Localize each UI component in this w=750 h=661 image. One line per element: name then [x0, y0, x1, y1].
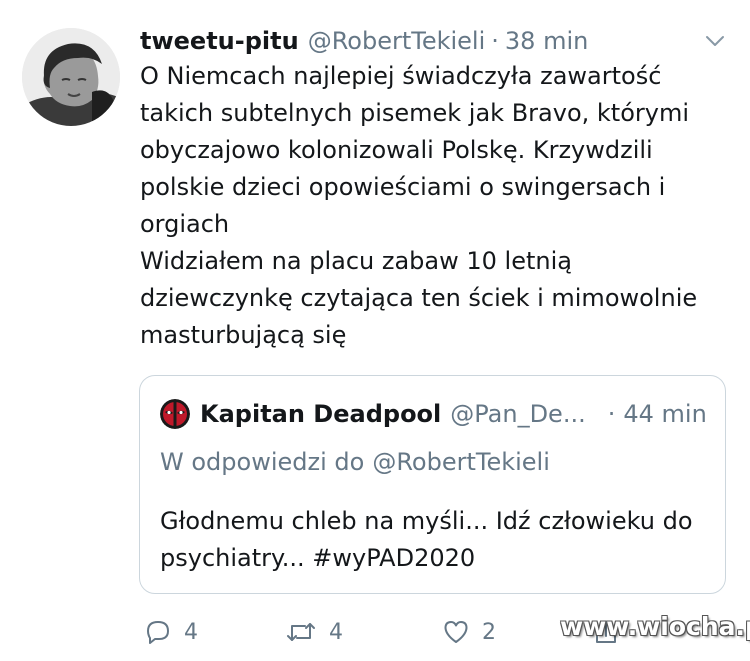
tweet-timestamp[interactable]: 38 min [505, 27, 588, 55]
quoted-header-separator: · [607, 400, 616, 428]
site-watermark: www.wiocha.pl [560, 612, 750, 641]
tweet-text-paragraph: O Niemcach najlepiej świadczyła zawartoś… [140, 62, 689, 238]
quoted-tweet-card[interactable]: Kapitan Deadpool @Pan_De... · 44 min W o… [139, 375, 726, 594]
quoted-tweet-text: Głodnemu chleb na myśli... Idź człowieku… [160, 507, 693, 572]
reply-button[interactable]: 4 [144, 612, 198, 652]
tweet-text: O Niemcach najlepiej świadczyła zawartoś… [140, 58, 730, 354]
tweet-text-paragraph: Widziałem na placu zabaw 10 letnią dziew… [140, 247, 698, 349]
retweet-icon [287, 623, 315, 641]
quoted-tweet-header: Kapitan Deadpool @Pan_De... · 44 min [160, 396, 710, 432]
like-count: 2 [482, 619, 496, 645]
reply-context: W odpowiedzi do @RobertTekieli [160, 448, 550, 476]
quoted-author-display-name[interactable]: Kapitan Deadpool [200, 400, 441, 428]
chevron-down-icon[interactable] [704, 32, 726, 50]
author-avatar-image [22, 28, 120, 126]
author-handle[interactable]: @RobertTekieli [308, 27, 486, 55]
author-display-name[interactable]: tweetu-pitu [140, 27, 299, 55]
header-separator: · [491, 27, 499, 55]
reply-count: 4 [184, 619, 198, 645]
like-button[interactable]: 2 [442, 612, 496, 652]
retweet-count: 4 [329, 619, 343, 645]
retweet-button[interactable]: 4 [285, 612, 343, 652]
heart-icon [444, 621, 468, 643]
reply-icon [147, 621, 169, 644]
quoted-author-handle[interactable]: @Pan_De... [450, 400, 585, 428]
reply-to-handle[interactable]: @RobertTekieli [372, 448, 550, 476]
deadpool-mask-icon[interactable] [160, 399, 190, 429]
author-avatar[interactable] [22, 28, 120, 126]
quoted-tweet-timestamp[interactable]: 44 min [623, 400, 706, 428]
reply-context-prefix: W odpowiedzi do [160, 448, 365, 476]
tweet-header: tweetu-pitu @RobertTekieli · 38 min [140, 22, 700, 60]
